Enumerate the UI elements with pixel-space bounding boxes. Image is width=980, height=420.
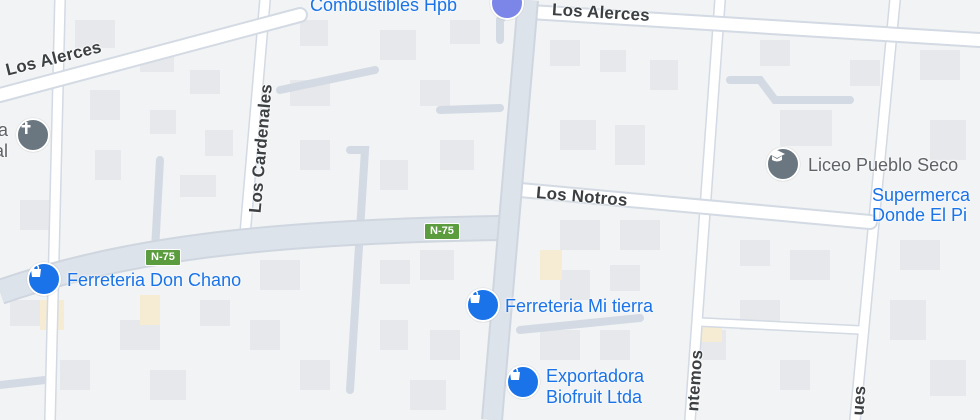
poi-label-combustibles[interactable]: Combustibles Hpb — [310, 0, 457, 14]
map-canvas[interactable]: Los Alerces Los Alerces Los Cardenales L… — [0, 0, 980, 420]
route-shield-n75: N-75 — [424, 223, 460, 240]
streets-fill — [0, 6, 980, 228]
school-icon[interactable] — [766, 147, 800, 181]
poi-label-ferreteria-don-chano[interactable]: Ferreteria Don Chano — [67, 271, 241, 289]
poi-label-church-line1[interactable]: a — [0, 121, 8, 139]
street-label-antemos: ntemos — [683, 349, 707, 412]
poi-label-ferreteria-mi-tierra[interactable]: Ferreteria Mi tierra — [505, 297, 653, 315]
map-base-layer — [0, 0, 980, 420]
church-cross-icon[interactable] — [16, 118, 50, 152]
route-shield-n75: N-75 — [145, 249, 181, 266]
poi-label-supermercado-line1[interactable]: Supermerca — [872, 186, 970, 204]
streets-outline — [0, 4, 980, 230]
poi-label-church-line2[interactable]: al — [0, 142, 8, 160]
poi-label-liceo[interactable]: Liceo Pueblo Seco — [808, 156, 958, 174]
poi-label-supermercado-line2[interactable]: Donde El Pi — [872, 206, 967, 224]
shopping-bag-icon[interactable] — [27, 262, 61, 296]
shopping-bag-icon[interactable] — [506, 365, 540, 399]
shopping-bag-icon[interactable] — [466, 288, 500, 322]
main-avenue — [483, 0, 537, 420]
street-label-ues: ues — [848, 384, 870, 417]
poi-label-exportadora-line1[interactable]: Exportadora — [546, 367, 644, 385]
poi-label-exportadora-line2[interactable]: Biofruit Ltda — [546, 388, 642, 406]
